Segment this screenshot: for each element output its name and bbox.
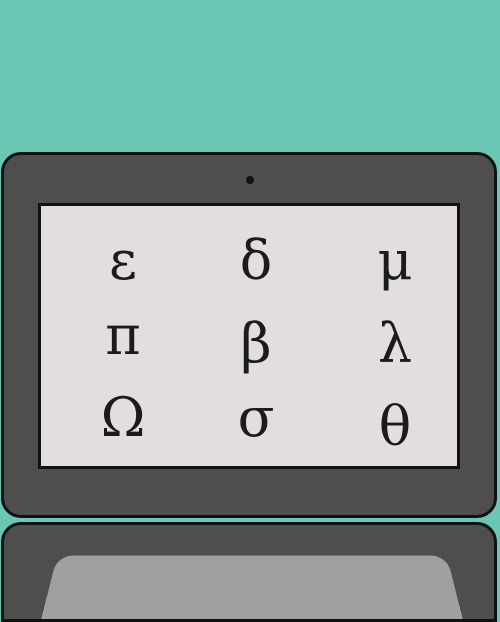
glyph-theta: θ [378,395,412,458]
glyph-lambda: λ [377,312,413,375]
glyph-omega: Ω [100,386,146,449]
glyph-delta: δ [239,229,273,292]
glyph-sigma: σ [237,386,275,449]
glyph-mu: μ [377,229,413,292]
glyph-pi: π [105,304,141,367]
glyph-beta: β [240,312,272,375]
laptop-screen: ε δ μ π β λ Ω σ θ [38,203,460,469]
laptop-lid: ε δ μ π β λ Ω σ θ [1,152,497,518]
glyph-grid: ε δ μ π β λ Ω σ θ [41,206,457,466]
webcam-icon [246,176,254,184]
keyboard-area [37,555,467,619]
laptop-base [1,522,497,622]
glyph-epsilon: ε [109,229,137,292]
